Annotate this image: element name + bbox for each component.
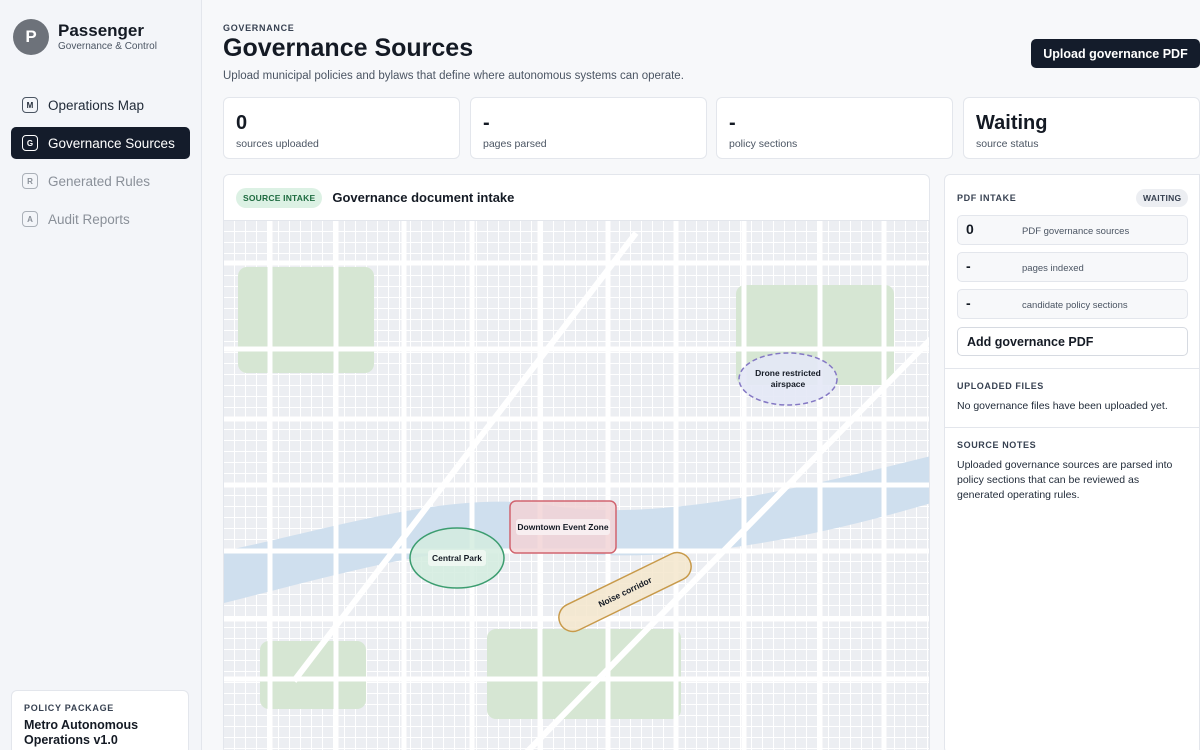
metric-label: pages indexed [1022, 263, 1084, 274]
park-block [487, 629, 681, 719]
metric-label: candidate policy sections [1022, 300, 1128, 311]
map-panel: SOURCE INTAKE Governance document intake [223, 174, 930, 750]
drone-restricted-zone[interactable]: Drone restricted airspace [738, 352, 838, 406]
downtown-event-zone[interactable]: Downtown Event Zone [509, 500, 617, 554]
upload-governance-pdf-button[interactable]: Upload governance PDF [1031, 39, 1200, 68]
sidebar-item-generated-rules[interactable]: R Generated Rules [11, 165, 190, 197]
sidebar-nav: M Operations Map G Governance Sources R … [11, 89, 190, 241]
park-block [238, 267, 374, 373]
sidebar-item-label: Governance Sources [48, 135, 175, 151]
source-intake-badge: SOURCE INTAKE [236, 187, 323, 208]
sidebar-item-operations-map[interactable]: M Operations Map [11, 89, 190, 121]
metric-candidate-sections: - candidate policy sections [957, 289, 1188, 319]
metric-value: 0 [966, 221, 974, 237]
brand-subtitle: Governance & Control [58, 41, 157, 52]
stat-value: - [483, 112, 490, 134]
brand-name: Passenger [58, 21, 144, 40]
metric-pdf-sources: 0 PDF governance sources [957, 215, 1188, 245]
drone-zone-label: Drone restricted [755, 368, 821, 378]
metric-value: - [966, 258, 971, 274]
map-header: SOURCE INTAKE Governance document intake [224, 175, 929, 221]
rules-key-icon: R [22, 173, 38, 189]
central-park-zone[interactable]: Central Park [409, 527, 505, 589]
pdf-intake-panel: PDF INTAKE WAITING 0 PDF governance sour… [944, 174, 1200, 750]
policy-package-card: POLICY PACKAGE Metro Autonomous Operatio… [11, 690, 189, 750]
sidebar-item-label: Generated Rules [48, 173, 151, 189]
policy-package-name: Metro Autonomous Operations v1.0 [24, 718, 139, 747]
metric-label: PDF governance sources [1022, 226, 1130, 237]
sidebar-item-audit-reports[interactable]: A Audit Reports [11, 203, 190, 235]
map-key-icon: M [22, 97, 38, 113]
uploaded-files-empty-state: No governance files have been uploaded y… [957, 400, 1168, 412]
map-title: Governance document intake [332, 190, 515, 205]
stat-label: pages parsed [483, 138, 547, 150]
stat-label: sources uploaded [236, 138, 319, 150]
page-title: Governance Sources [223, 34, 474, 62]
brand: P Passenger Governance & Control [13, 19, 157, 55]
stat-label: policy sections [729, 138, 798, 150]
stat-sources-uploaded: 0 sources uploaded [223, 97, 460, 159]
sidebar-item-label: Operations Map [48, 97, 145, 113]
stat-policy-sections: - policy sections [716, 97, 953, 159]
avatar: P [13, 19, 49, 55]
pdf-intake-heading: PDF INTAKE [957, 193, 1017, 203]
intake-status-badge: WAITING [1136, 189, 1189, 207]
sidebar-item-governance-sources[interactable]: G Governance Sources [11, 127, 190, 159]
downtown-zone-label: Downtown Event Zone [517, 522, 608, 532]
audit-key-icon: A [22, 211, 38, 227]
page-eyebrow: GOVERNANCE [223, 23, 295, 33]
source-notes-text: Uploaded governance sources are parsed i… [957, 459, 1173, 501]
drone-zone-label: airspace [771, 379, 806, 389]
central-park-label: Central Park [432, 553, 482, 563]
sidebar-item-label: Audit Reports [48, 211, 130, 227]
city-map[interactable]: Drone restricted airspace Downtown Event… [224, 221, 930, 750]
sidebar: P Passenger Governance & Control M Opera… [0, 0, 202, 750]
divider [945, 427, 1200, 428]
add-governance-pdf-button[interactable]: Add governance PDF [957, 327, 1188, 356]
uploaded-files-heading: UPLOADED FILES [957, 381, 1044, 391]
metric-value: - [966, 295, 971, 311]
stat-value: Waiting [976, 112, 1048, 134]
policy-package-label: POLICY PACKAGE [24, 703, 114, 713]
metric-pages-indexed: - pages indexed [957, 252, 1188, 282]
stat-source-status: Waiting source status [963, 97, 1200, 159]
stat-value: 0 [236, 112, 248, 134]
stat-pages-parsed: - pages parsed [470, 97, 707, 159]
page-description: Upload municipal policies and bylaws tha… [223, 70, 684, 82]
divider [945, 368, 1200, 369]
stat-value: - [729, 112, 736, 134]
governance-key-icon: G [22, 135, 38, 151]
stat-label: source status [976, 138, 1039, 150]
source-notes-heading: SOURCE NOTES [957, 440, 1037, 450]
